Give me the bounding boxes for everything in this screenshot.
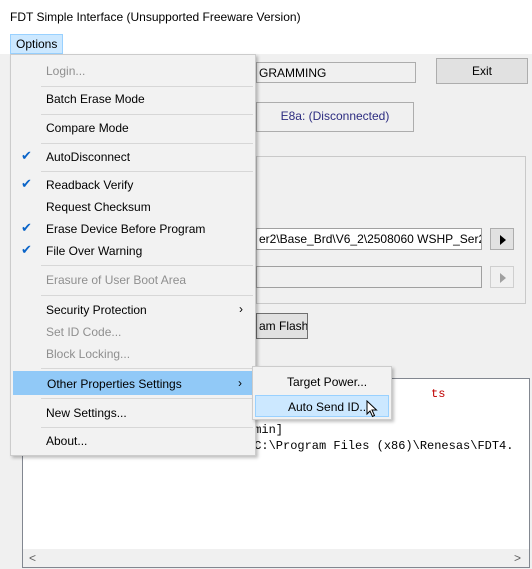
menu-item-other-properties-settings[interactable]: Other Properties Settings › bbox=[13, 371, 253, 395]
menu-item-label: About... bbox=[46, 434, 88, 448]
menu-separator bbox=[41, 368, 253, 369]
menu-item-new-settings[interactable]: New Settings... bbox=[13, 401, 253, 425]
menu-item-label: AutoDisconnect bbox=[46, 150, 131, 164]
menu-item-readback-verify[interactable]: ✔ Readback Verify bbox=[13, 173, 253, 197]
mouse-pointer-icon bbox=[366, 400, 378, 418]
play-arrow-icon bbox=[500, 235, 506, 245]
menu-item-file-over-warning[interactable]: ✔ File Over Warning bbox=[13, 239, 253, 263]
menu-separator bbox=[41, 427, 253, 428]
menu-item-security-protection[interactable]: Security Protection › bbox=[13, 298, 253, 322]
menu-item-erase-device-before-program[interactable]: ✔ Erase Device Before Program bbox=[13, 217, 253, 241]
menu-item-label: Block Locking... bbox=[46, 347, 131, 361]
chevron-right-icon: › bbox=[239, 302, 243, 316]
menu-item-block-locking: Block Locking... bbox=[13, 342, 253, 366]
menu-item-label: Other Properties Settings bbox=[47, 377, 182, 391]
check-icon: ✔ bbox=[21, 176, 32, 191]
play-arrow-icon bbox=[500, 273, 506, 283]
window-title: FDT Simple Interface (Unsupported Freewa… bbox=[10, 10, 301, 24]
log-line: ts bbox=[431, 387, 446, 401]
menu-item-label: Erase Device Before Program bbox=[46, 222, 206, 236]
menu-item-label: Compare Mode bbox=[46, 121, 129, 135]
scroll-left-icon[interactable]: < bbox=[29, 551, 36, 565]
menu-item-label: New Settings... bbox=[46, 406, 127, 420]
submenu-item-label: Auto Send ID... bbox=[288, 400, 370, 414]
menu-item-compare-mode[interactable]: Compare Mode bbox=[13, 116, 253, 140]
log-line: (C:\Program Files (x86)\Renesas\FDT4. bbox=[247, 439, 514, 453]
connection-status: E8a: (Disconnected) bbox=[256, 102, 414, 132]
menu-item-label: Request Checksum bbox=[46, 200, 151, 214]
submenu-item-label: Target Power... bbox=[287, 375, 368, 389]
exit-button[interactable]: Exit bbox=[436, 58, 528, 84]
chevron-right-icon: › bbox=[238, 376, 242, 390]
menu-item-label: Security Protection bbox=[46, 303, 147, 317]
menu-item-label: Readback Verify bbox=[46, 178, 134, 192]
options-menu: Login... Batch Erase Mode Compare Mode ✔… bbox=[10, 54, 256, 456]
program-flash-button[interactable]: am Flash bbox=[256, 313, 308, 339]
options-menu-button[interactable]: Options bbox=[10, 34, 63, 54]
menu-item-about[interactable]: About... bbox=[13, 429, 253, 453]
horizontal-scrollbar[interactable]: < > bbox=[23, 549, 529, 567]
menu-separator bbox=[41, 114, 253, 115]
menu-item-autodisconnect[interactable]: ✔ AutoDisconnect bbox=[13, 145, 253, 169]
secondary-path-field bbox=[256, 266, 482, 288]
menu-separator bbox=[41, 398, 253, 399]
menu-item-login: Login... bbox=[13, 59, 253, 83]
menu-item-batch-erase-mode[interactable]: Batch Erase Mode bbox=[13, 87, 253, 111]
menu-separator bbox=[41, 143, 253, 144]
menu-item-label: File Over Warning bbox=[46, 244, 143, 258]
run-secondary-button bbox=[490, 266, 514, 288]
check-icon: ✔ bbox=[21, 148, 32, 163]
menu-item-request-checksum[interactable]: Request Checksum bbox=[13, 195, 253, 219]
submenu-item-target-power[interactable]: Target Power... bbox=[255, 371, 389, 393]
title-bar: FDT Simple Interface (Unsupported Freewa… bbox=[0, 0, 532, 34]
check-icon: ✔ bbox=[21, 242, 32, 257]
menu-item-label: Batch Erase Mode bbox=[46, 92, 145, 106]
check-icon: ✔ bbox=[21, 220, 32, 235]
menu-item-label: Login... bbox=[46, 64, 86, 78]
menu-separator bbox=[41, 265, 253, 266]
menu-separator bbox=[41, 171, 253, 172]
menu-item-set-id-code: Set ID Code... bbox=[13, 320, 253, 344]
menu-item-label: Set ID Code... bbox=[46, 325, 122, 339]
menu-item-erasure-user-boot-area: Erasure of User Boot Area bbox=[13, 268, 253, 292]
menu-separator bbox=[41, 295, 253, 296]
scroll-right-icon[interactable]: > bbox=[514, 551, 521, 565]
run-file-button[interactable] bbox=[490, 228, 514, 250]
menu-item-label: Erasure of User Boot Area bbox=[46, 273, 187, 287]
menu-bar: Options bbox=[0, 34, 532, 54]
file-path-field[interactable]: er2\Base_Brd\V6_2\2508060 WSHP_Ser2_ bbox=[256, 228, 482, 250]
status-field: GRAMMING bbox=[256, 62, 416, 83]
